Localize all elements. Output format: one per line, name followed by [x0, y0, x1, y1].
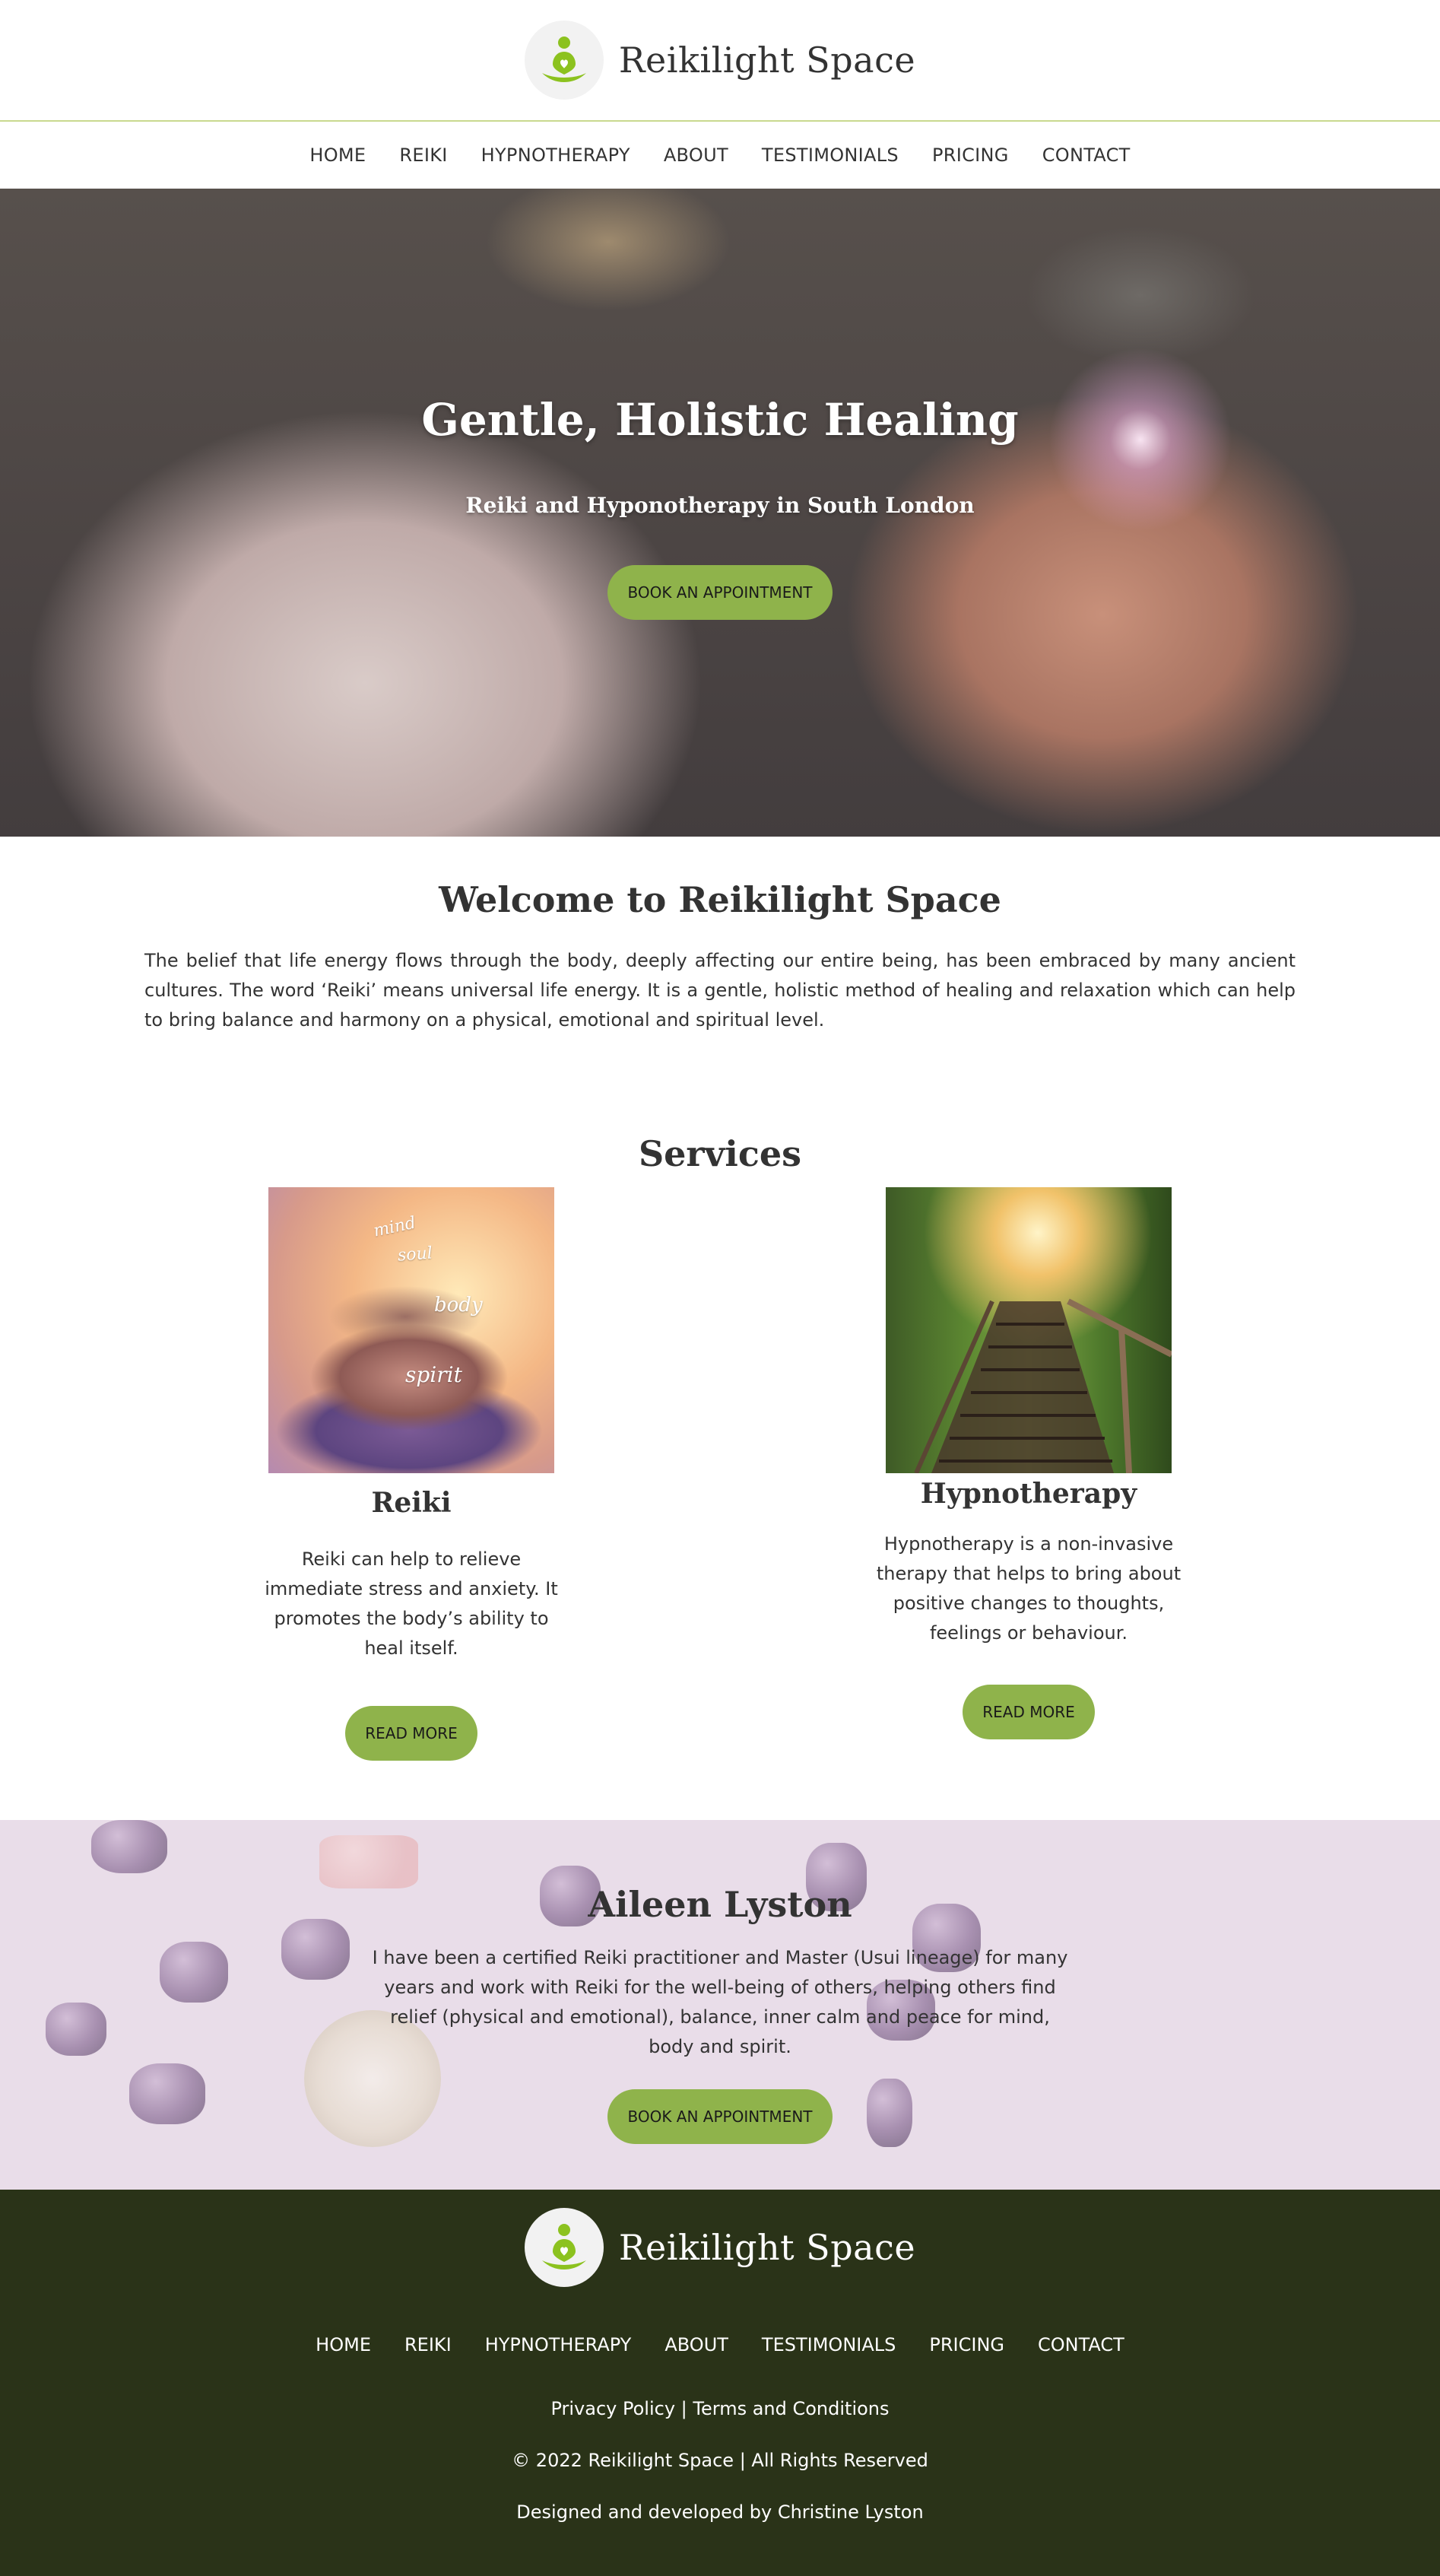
stone-word-mind: mind — [372, 1213, 418, 1241]
footer-nav: HOME REIKI HYPNOTHERAPY ABOUT TESTIMONIA… — [0, 2334, 1440, 2355]
stone-word-soul: soul — [397, 1244, 433, 1266]
main-nav: HOME REIKI HYPNOTHERAPY ABOUT TESTIMONIA… — [0, 122, 1440, 189]
footer-site-title[interactable]: Reikilight Space — [619, 2227, 915, 2268]
nav-about[interactable]: ABOUT — [664, 145, 728, 166]
welcome-section: Welcome to Reikilight Space The belief t… — [0, 837, 1440, 1354]
site-header: Reikilight Space — [0, 0, 1440, 122]
footer-nav-about[interactable]: ABOUT — [664, 2334, 728, 2355]
nav-hypnotherapy[interactable]: HYPNOTHERAPY — [481, 145, 630, 166]
hypnotherapy-image — [886, 1187, 1172, 1473]
footer-logo[interactable] — [524, 2208, 604, 2287]
hypnotherapy-text: Hypnotherapy is a non-invasive therapy t… — [876, 1533, 1181, 1644]
stone-word-spirit: spirit — [405, 1362, 462, 1387]
meditating-figure-icon — [541, 2224, 586, 2269]
reiki-read-more-button[interactable]: READ MORE — [345, 1706, 477, 1761]
footer-nav-pricing[interactable]: PRICING — [929, 2334, 1004, 2355]
stone-word-body: body — [434, 1294, 483, 1317]
footer-legal-links: Privacy Policy | Terms and Conditions — [0, 2398, 1440, 2419]
site-title[interactable]: Reikilight Space — [619, 40, 915, 81]
footer-nav-reiki[interactable]: REIKI — [404, 2334, 452, 2355]
hypnotherapy-read-more-button[interactable]: READ MORE — [963, 1685, 1095, 1739]
logo[interactable] — [524, 21, 604, 100]
privacy-policy-link[interactable]: Privacy Policy — [550, 2398, 675, 2419]
hero-book-button[interactable]: BOOK AN APPOINTMENT — [607, 565, 833, 620]
crystal-decor — [319, 1835, 418, 1888]
terms-link[interactable]: Terms and Conditions — [693, 2398, 889, 2419]
hero-subtitle: Reiki and Hyponotherapy in South London — [465, 493, 975, 518]
services-title: Services — [638, 1133, 802, 1174]
footer-nav-home[interactable]: HOME — [316, 2334, 371, 2355]
site-footer: Reikilight Space HOME REIKI HYPNOTHERAPY… — [0, 2190, 1440, 2576]
hypnotherapy-title: Hypnotherapy — [920, 1478, 1137, 1510]
reiki-image: mind soul body spirit — [268, 1187, 554, 1473]
about-title: Aileen Lyston — [588, 1884, 852, 1925]
footer-nav-testimonials[interactable]: TESTIMONIALS — [762, 2334, 896, 2355]
hero-title: Gentle, Holistic Healing — [421, 394, 1019, 446]
credit: Designed and developed by Christine Lyst… — [516, 2501, 924, 2523]
about-band: Aileen Lyston I have been a certified Re… — [0, 1820, 1440, 2190]
welcome-text: The belief that life energy flows throug… — [144, 950, 1296, 1031]
forest-stairs-illustration — [914, 1298, 1172, 1473]
footer-nav-contact[interactable]: CONTACT — [1038, 2334, 1124, 2355]
nav-home[interactable]: HOME — [309, 145, 366, 166]
legal-separator: | — [680, 2398, 687, 2419]
reiki-title: Reiki — [371, 1487, 452, 1519]
nav-pricing[interactable]: PRICING — [932, 145, 1009, 166]
nav-testimonials[interactable]: TESTIMONIALS — [762, 145, 899, 166]
crystal-decor — [91, 1820, 167, 1873]
service-card-reiki: mind soul body spirit Reiki Reiki can he… — [255, 1187, 567, 1761]
nav-contact[interactable]: CONTACT — [1042, 145, 1131, 166]
nav-reiki[interactable]: REIKI — [399, 145, 447, 166]
footer-nav-hypnotherapy[interactable]: HYPNOTHERAPY — [485, 2334, 632, 2355]
hero-banner: Gentle, Holistic Healing Reiki and Hypon… — [0, 189, 1440, 837]
welcome-title: Welcome to Reikilight Space — [439, 879, 1001, 920]
copyright: © 2022 Reikilight Space | All Rights Res… — [512, 2450, 928, 2471]
service-card-hypnotherapy: Hypnotherapy Hypnotherapy is a non-invas… — [873, 1187, 1185, 1739]
about-text: I have been a certified Reiki practition… — [372, 1947, 1068, 2057]
about-book-button[interactable]: BOOK AN APPOINTMENT — [607, 2089, 833, 2144]
meditating-figure-icon — [541, 37, 586, 82]
reiki-text: Reiki can help to relieve immediate stre… — [265, 1548, 558, 1659]
